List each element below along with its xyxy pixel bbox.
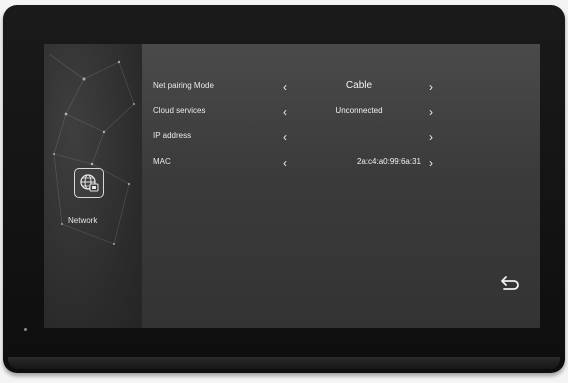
setting-row-net-pairing-mode: Net pairing Mode ‹ Cable › <box>142 79 540 95</box>
settings-panel: Net pairing Mode ‹ Cable › Cloud service… <box>142 44 540 328</box>
row-value: Unconnected <box>335 106 383 115</box>
back-button[interactable] <box>498 273 520 295</box>
globe-network-icon <box>80 174 99 192</box>
left-arrow-icon[interactable]: ‹ <box>279 155 291 171</box>
network-label: Network <box>68 216 98 225</box>
left-arrow-icon[interactable]: ‹ <box>279 79 291 95</box>
power-indicator <box>24 328 27 331</box>
row-label: Net pairing Mode <box>153 81 214 90</box>
network-menu-item[interactable] <box>74 168 104 198</box>
setting-row-mac: MAC ‹ 2a:c4:a0:99:6a:31 › <box>142 155 540 171</box>
left-arrow-icon[interactable]: ‹ <box>279 129 291 145</box>
right-arrow-icon[interactable]: › <box>425 79 437 95</box>
setting-row-ip-address: IP address ‹ › <box>142 129 540 145</box>
setting-row-cloud-services: Cloud services ‹ Unconnected › <box>142 104 540 120</box>
device-bottom-edge <box>8 357 560 369</box>
row-label: IP address <box>153 131 192 140</box>
right-arrow-icon[interactable]: › <box>425 129 437 145</box>
left-arrow-icon[interactable]: ‹ <box>279 104 291 120</box>
row-label: MAC <box>153 157 171 166</box>
screen: Network Net pairing Mode ‹ Cable › Cloud… <box>44 44 540 328</box>
right-arrow-icon[interactable]: › <box>425 104 437 120</box>
sidebar: Network <box>44 44 142 328</box>
row-value: 2a:c4:a0:99:6a:31 <box>356 157 421 166</box>
right-arrow-icon[interactable]: › <box>425 155 437 171</box>
row-value: Cable <box>345 80 373 91</box>
row-label: Cloud services <box>153 106 206 115</box>
return-arrow-icon <box>501 276 519 290</box>
